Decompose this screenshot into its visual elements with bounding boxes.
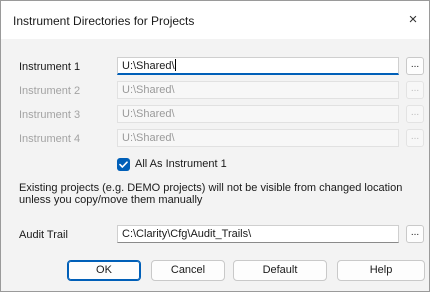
instrument-1-label: Instrument 1 [19,61,81,73]
text-caret [174,59,176,71]
default-button[interactable]: Default [233,260,327,281]
checkbox-checked-icon[interactable] [117,158,130,171]
help-button[interactable]: Help [337,260,425,281]
close-icon[interactable]: × [403,10,423,30]
cancel-button[interactable]: Cancel [151,260,225,281]
dialog-body: Instrument 1 U:\Shared\ ... Instrument 2… [1,39,429,291]
dialog-title: Instrument Directories for Projects [13,14,195,28]
audit-trail-label: Audit Trail [19,229,68,241]
instrument-2-label: Instrument 2 [19,85,81,97]
dialog-window: Instrument Directories for Projects × In… [0,0,430,292]
instrument-1-path-input[interactable]: U:\Shared\ [117,57,399,75]
ok-button[interactable]: OK [67,260,141,281]
relocation-warning-text: Existing projects (e.g. DEMO projects) w… [19,182,403,206]
instrument-3-label: Instrument 3 [19,109,81,121]
instrument-1-browse-button[interactable]: ... [406,57,424,75]
instrument-2-browse-button[interactable]: ... [406,81,424,99]
instrument-1-path-value: U:\Shared\ [122,60,175,72]
instrument-2-path-input[interactable]: U:\Shared\ [117,81,399,99]
instrument-3-path-input[interactable]: U:\Shared\ [117,105,399,123]
instrument-4-path-input[interactable]: U:\Shared\ [117,129,399,147]
audit-trail-path-input[interactable]: C:\Clarity\Cfg\Audit_Trails\ [117,225,399,243]
instrument-4-browse-button[interactable]: ... [406,129,424,147]
instrument-4-label: Instrument 4 [19,133,81,145]
title-bar: Instrument Directories for Projects × [1,1,429,39]
audit-trail-browse-button[interactable]: ... [406,225,424,243]
all-as-instrument-1-label[interactable]: All As Instrument 1 [135,158,227,170]
instrument-3-browse-button[interactable]: ... [406,105,424,123]
